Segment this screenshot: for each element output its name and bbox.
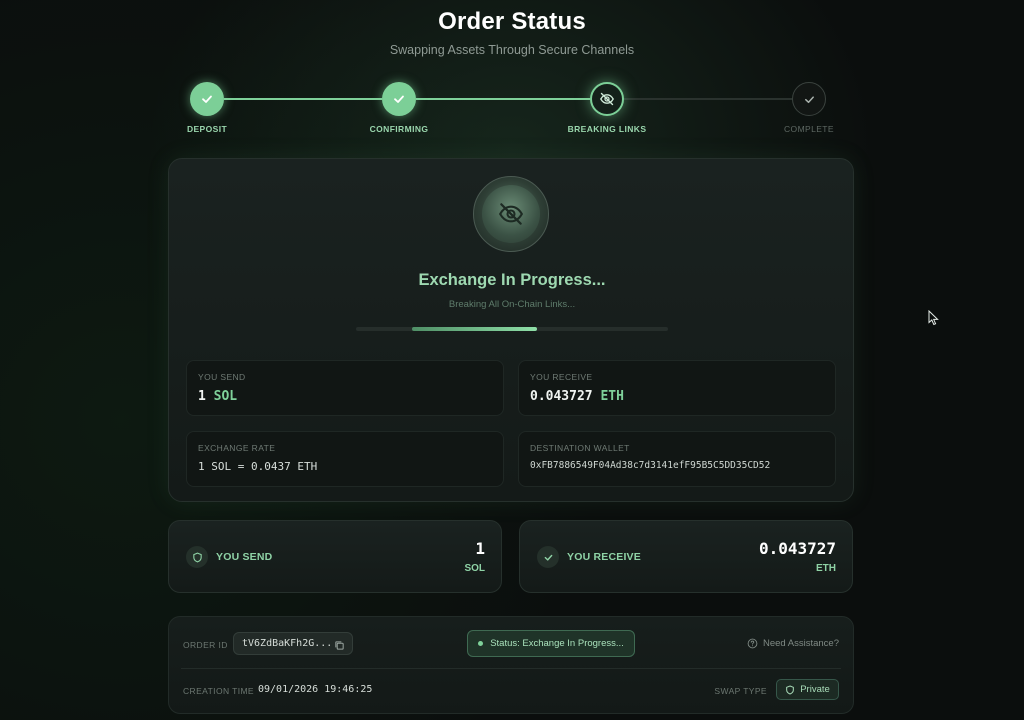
summary-receive-label: YOU RECEIVE (567, 551, 641, 563)
order-id-value: tV6ZdBaKFh2G... (242, 638, 333, 649)
exchange-rate-label: EXCHANGE RATE (198, 443, 276, 453)
you-receive-box: YOU RECEIVE 0.043727 ETH (518, 360, 836, 416)
you-send-amount: 1 (198, 389, 206, 404)
eye-off-icon (600, 92, 614, 106)
creation-time-value: 09/01/2026 19:46:25 (258, 684, 373, 695)
you-receive-amount: 0.043727 (530, 389, 593, 404)
shield-icon (192, 552, 202, 562)
mouse-cursor-icon (928, 310, 939, 326)
step-label-breaking-links: BREAKING LINKS (567, 124, 647, 134)
progress-bar (356, 327, 668, 331)
order-id-label: ORDER ID (183, 640, 228, 650)
summary-send-unit: SOL (464, 563, 485, 574)
page-title: Order Status (438, 8, 586, 35)
copy-icon[interactable] (334, 638, 345, 656)
summary-send-label: YOU SEND (216, 551, 273, 563)
order-details-card: ORDER ID tV6ZdBaKFh2G... Status: Exchang… (168, 616, 854, 714)
order-divider (181, 668, 841, 669)
check-icon (394, 95, 404, 103)
summary-send-card: YOU SEND 1 SOL (168, 520, 502, 593)
exchange-progress-card: Exchange In Progress... Breaking All On-… (168, 158, 854, 502)
step-label-complete: COMPLETE (784, 124, 834, 134)
step-complete (792, 82, 826, 116)
progress-orb (473, 176, 549, 252)
you-send-box: YOU SEND 1 SOL (186, 360, 504, 416)
status-dot (478, 641, 484, 646)
step-deposit (190, 82, 224, 116)
step-breaking-links (590, 82, 624, 116)
summary-receive-unit: ETH (816, 563, 836, 574)
you-receive-value: 0.043727 ETH (530, 389, 824, 404)
exchange-status-title: Exchange In Progress... (418, 271, 606, 289)
swap-type-value: Private (800, 684, 830, 695)
eye-off-icon (498, 203, 524, 225)
step-connector-1 (224, 98, 382, 100)
step-label-confirming: CONFIRMING (369, 124, 429, 134)
need-assistance-link[interactable]: Need Assistance? (747, 638, 839, 649)
you-send-unit: SOL (213, 389, 238, 404)
step-connector-3 (624, 98, 792, 100)
you-send-value: 1 SOL (198, 389, 492, 404)
creation-time-label: CREATION TIME (183, 686, 255, 696)
destination-wallet-box: DESTINATION WALLET 0xFB7886549F04Ad38c7d… (518, 431, 836, 487)
check-icon (544, 554, 552, 561)
summary-receive-card: YOU RECEIVE 0.043727 ETH (519, 520, 853, 593)
you-send-label: YOU SEND (198, 372, 246, 382)
destination-wallet-label: DESTINATION WALLET (530, 443, 630, 453)
order-id-field[interactable]: tV6ZdBaKFh2G... (233, 632, 353, 655)
check-icon (202, 95, 212, 103)
exchange-rate-box: EXCHANGE RATE 1 SOL = 0.0437 ETH (186, 431, 504, 487)
shield-icon (786, 684, 795, 695)
exchange-rate-value: 1 SOL = 0.0437 ETH (198, 460, 318, 473)
order-stepper: DEPOSIT CONFIRMING BREAKING LINKS COMPLE… (0, 82, 1024, 142)
swap-type-label: SWAP TYPE (714, 686, 767, 696)
summary-receive-amount: 0.043727 (758, 539, 836, 558)
need-assistance-text: Need Assistance? (762, 638, 839, 649)
you-receive-label: YOU RECEIVE (530, 372, 593, 382)
status-badge: Status: Exchange In Progress... (467, 630, 635, 657)
status-text: Status: Exchange In Progress... (490, 638, 624, 649)
step-connector-2 (416, 98, 590, 100)
step-confirming (382, 82, 416, 116)
page-subtitle: Swapping Assets Through Secure Channels (389, 43, 635, 57)
exchange-status-subtitle: Breaking All On-Chain Links... (448, 299, 576, 310)
help-icon (747, 638, 758, 649)
check-icon (804, 95, 814, 103)
destination-wallet-value[interactable]: 0xFB7886549F04Ad38c7d3141efF95B5C5DD35CD… (530, 460, 824, 471)
you-receive-unit: ETH (600, 389, 624, 404)
progress-bar-fill (412, 327, 537, 331)
summary-send-amount: 1 (475, 539, 485, 558)
step-label-deposit: DEPOSIT (186, 124, 228, 134)
swap-type-badge: Private (776, 679, 839, 700)
